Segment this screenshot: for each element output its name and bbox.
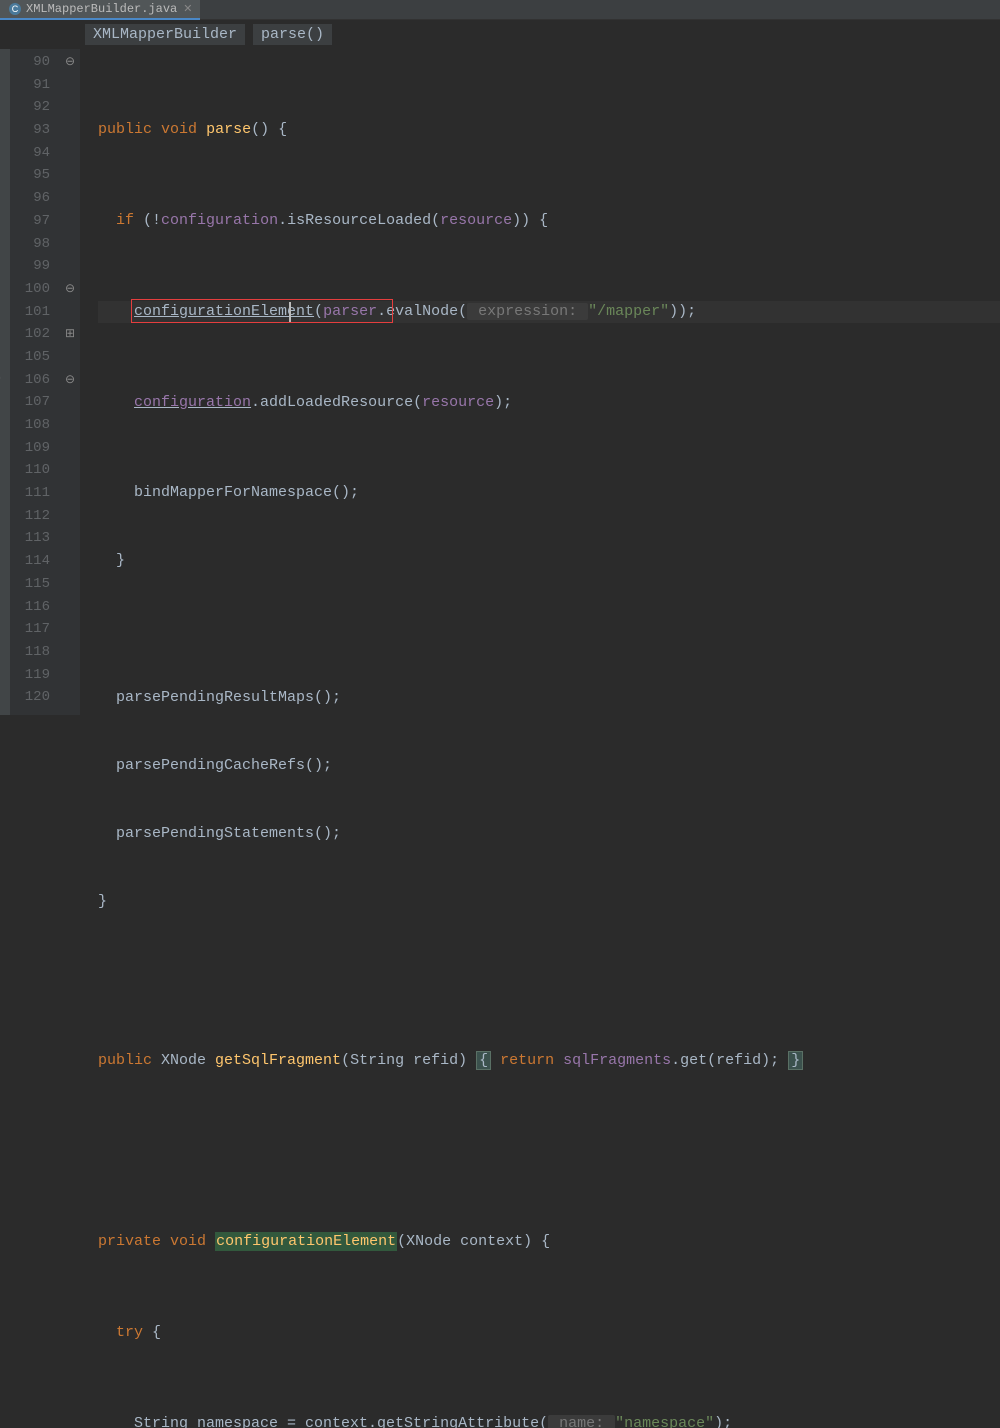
line-number: 95 xyxy=(10,164,50,187)
code-text: (String refid) xyxy=(341,1052,476,1069)
line-number: 114 xyxy=(10,550,50,573)
code-text: .get(refid); xyxy=(671,1052,779,1069)
keyword: if xyxy=(116,212,134,229)
code-text: ( xyxy=(314,303,323,320)
fold-brace[interactable]: { xyxy=(476,1051,491,1070)
code-text: )); xyxy=(669,303,696,320)
code-text: parsePendingResultMaps(); xyxy=(116,689,341,706)
svg-text:C: C xyxy=(12,4,19,14)
field: configuration xyxy=(134,394,251,411)
editor: 90919293949596979899100101102105106@1071… xyxy=(0,49,1000,715)
line-number: 109 xyxy=(10,437,50,460)
fold-toggle-icon[interactable]: ⊖ xyxy=(64,51,76,74)
code-text: } xyxy=(98,893,107,910)
breadcrumb-class[interactable]: XMLMapperBuilder xyxy=(85,24,245,45)
bookmark-gutter xyxy=(0,49,10,715)
line-number: 116 xyxy=(10,596,50,619)
line-number: 108 xyxy=(10,414,50,437)
field: resource xyxy=(440,212,512,229)
code-text: (! xyxy=(134,212,161,229)
field: sqlFragments xyxy=(554,1052,671,1069)
keyword: void xyxy=(170,1233,206,1250)
code-area[interactable]: public void parse() { if (!configuration… xyxy=(80,49,1000,715)
code-text: () { xyxy=(251,121,287,138)
param-hint: name: xyxy=(548,1415,615,1428)
fold-brace[interactable]: } xyxy=(788,1051,803,1070)
code-text: } xyxy=(116,552,125,569)
method-name: configurationElement xyxy=(215,1232,397,1251)
tab-bar: C XMLMapperBuilder.java ✕ xyxy=(0,0,1000,20)
line-number: 110 xyxy=(10,459,50,482)
line-number: 113 xyxy=(10,527,50,550)
keyword: void xyxy=(161,121,197,138)
code-text: )) { xyxy=(512,212,548,229)
param-hint: expression: xyxy=(467,303,588,320)
line-number: 105 xyxy=(10,346,50,369)
line-number: 100 xyxy=(10,278,50,301)
line-number: 102 xyxy=(10,323,50,346)
line-number: 117 xyxy=(10,618,50,641)
field: resource xyxy=(422,394,494,411)
line-number: 93 xyxy=(10,119,50,142)
code-text: bindMapperForNamespace(); xyxy=(134,484,359,501)
method-name: parse xyxy=(206,121,251,138)
string: "/mapper" xyxy=(588,303,669,320)
keyword: public xyxy=(98,1052,152,1069)
code-text: (XNode context) { xyxy=(397,1233,550,1250)
breadcrumb-method[interactable]: parse() xyxy=(253,24,332,45)
line-number: 118 xyxy=(10,641,50,664)
line-number: 106 xyxy=(10,369,50,392)
text-cursor xyxy=(289,302,291,322)
code-text: parsePendingStatements(); xyxy=(116,825,341,842)
line-number: 111 xyxy=(10,482,50,505)
code-text: String namespace = context.getStringAttr… xyxy=(134,1415,548,1428)
code-text: .isResourceLoaded( xyxy=(278,212,440,229)
line-number: 97 xyxy=(10,210,50,233)
fold-toggle-icon[interactable]: ⊖ xyxy=(64,369,76,392)
keyword: try xyxy=(116,1324,143,1341)
keyword: return xyxy=(491,1052,554,1069)
line-number: 94 xyxy=(10,142,50,165)
file-tab[interactable]: C XMLMapperBuilder.java ✕ xyxy=(0,0,200,20)
code-text: ); xyxy=(714,1415,732,1428)
line-number: 99 xyxy=(10,255,50,278)
line-number: 92 xyxy=(10,96,50,119)
line-number: 101 xyxy=(10,301,50,324)
method-call: configurationElement xyxy=(134,303,314,320)
line-number: 120 xyxy=(10,686,50,709)
code-text: .addLoadedResource( xyxy=(251,394,422,411)
breadcrumb: XMLMapperBuilder parse() xyxy=(0,20,1000,49)
fold-toggle-icon[interactable]: ⊖ xyxy=(64,278,76,301)
fold-toggle-icon[interactable]: ⊞ xyxy=(64,323,76,346)
keyword: private xyxy=(98,1233,161,1250)
code-text: { xyxy=(143,1324,161,1341)
method-name: getSqlFragment xyxy=(215,1052,341,1069)
line-number: 115 xyxy=(10,573,50,596)
code-text: XNode xyxy=(152,1052,215,1069)
field: parser xyxy=(323,303,377,320)
line-number: 98 xyxy=(10,233,50,256)
line-number: 119 xyxy=(10,664,50,687)
code-text: ); xyxy=(494,394,512,411)
java-class-icon: C xyxy=(8,2,22,16)
code-text: .evalNode( xyxy=(377,303,467,320)
field: configuration xyxy=(161,212,278,229)
line-number: 107 xyxy=(10,391,50,414)
fold-gutter: ⊖ ⊖ ⊞ ⊖ xyxy=(60,49,80,715)
string: "namespace" xyxy=(615,1415,714,1428)
keyword: public xyxy=(98,121,152,138)
line-number: 112 xyxy=(10,505,50,528)
line-number-gutter: 90919293949596979899100101102105106@1071… xyxy=(10,49,60,715)
line-number: 96 xyxy=(10,187,50,210)
tab-filename: XMLMapperBuilder.java xyxy=(26,2,177,16)
code-text: parsePendingCacheRefs(); xyxy=(116,757,332,774)
line-number: 90 xyxy=(10,51,50,74)
line-number: 91 xyxy=(10,74,50,97)
close-icon[interactable]: ✕ xyxy=(183,2,192,16)
